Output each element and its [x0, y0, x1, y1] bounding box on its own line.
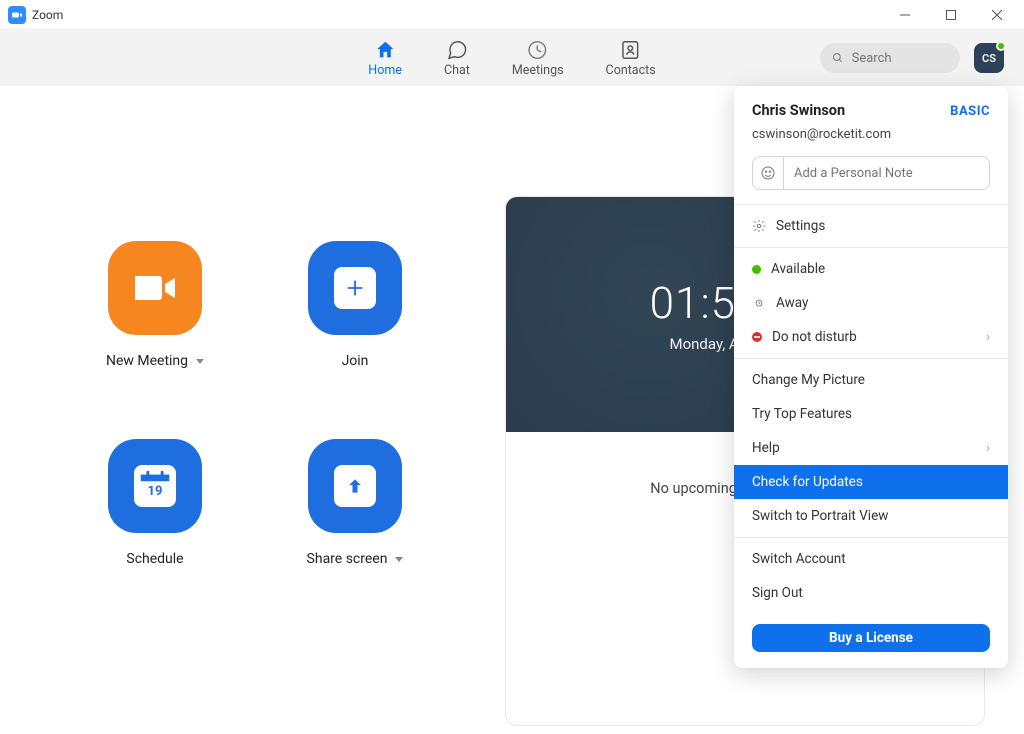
tab-chat[interactable]: Chat — [444, 39, 470, 78]
status-dnd[interactable]: Do not disturb › — [734, 320, 1008, 354]
menu-check-updates-label: Check for Updates — [752, 474, 863, 490]
new-meeting-label-row[interactable]: New Meeting — [106, 353, 204, 369]
tab-contacts[interactable]: Contacts — [606, 39, 656, 78]
menu-switch-account-label: Switch Account — [752, 551, 846, 567]
schedule-button[interactable]: 19 — [108, 439, 202, 533]
search-box[interactable] — [820, 43, 960, 73]
status-away-label: Away — [776, 295, 808, 311]
join-button[interactable] — [308, 241, 402, 335]
navbar: Home Chat Meetings Contacts CS — [0, 30, 1024, 86]
personal-note-input[interactable] — [784, 157, 989, 189]
profile-avatar-button[interactable]: CS — [974, 43, 1004, 73]
away-clock-icon — [752, 296, 766, 310]
status-available[interactable]: Available — [734, 252, 1008, 286]
join-label: Join — [342, 353, 369, 369]
chevron-right-icon: › — [986, 329, 990, 345]
share-screen-button[interactable] — [308, 439, 402, 533]
profile-menu: Chris Swinson BASIC cswinson@rocketit.co… — [734, 86, 1008, 668]
buy-license-label: Buy a License — [829, 630, 913, 646]
gear-icon — [752, 219, 766, 233]
menu-portrait-view-label: Switch to Portrait View — [752, 508, 888, 524]
menu-help-label: Help — [752, 440, 780, 456]
menu-sign-out[interactable]: Sign Out — [734, 576, 1008, 610]
schedule-label: Schedule — [126, 551, 183, 567]
chevron-down-icon — [395, 557, 403, 562]
menu-try-features-label: Try Top Features — [752, 406, 852, 422]
menu-settings[interactable]: Settings — [734, 209, 1008, 243]
calendar-tile: 19 — [134, 465, 176, 507]
home-icon — [374, 39, 396, 61]
zoom-logo-icon — [8, 6, 26, 24]
personal-note-row — [752, 156, 990, 190]
tab-home[interactable]: Home — [368, 39, 402, 78]
status-away[interactable]: Away — [734, 286, 1008, 320]
menu-portrait-view[interactable]: Switch to Portrait View — [734, 499, 1008, 533]
tab-contacts-label: Contacts — [606, 63, 656, 78]
chevron-right-icon: › — [986, 440, 990, 456]
close-button[interactable] — [974, 0, 1020, 30]
share-screen-label-row[interactable]: Share screen — [307, 551, 404, 567]
dnd-icon — [752, 332, 762, 342]
contacts-icon — [620, 39, 642, 61]
calendar-day-number: 19 — [148, 484, 163, 499]
new-meeting-label: New Meeting — [106, 353, 188, 369]
profile-email: cswinson@rocketit.com — [752, 127, 990, 142]
status-dnd-label: Do not disturb — [772, 329, 857, 345]
profile-name: Chris Swinson — [752, 102, 845, 119]
clock-icon — [527, 39, 549, 61]
share-tile — [334, 465, 376, 507]
tab-meetings-label: Meetings — [512, 63, 564, 78]
menu-try-features[interactable]: Try Top Features — [734, 397, 1008, 431]
search-input[interactable] — [852, 51, 948, 66]
presence-dot-icon — [996, 41, 1006, 51]
nav-tabs: Home Chat Meetings Contacts — [368, 39, 655, 78]
menu-switch-account[interactable]: Switch Account — [734, 542, 1008, 576]
buy-license-button[interactable]: Buy a License — [752, 624, 990, 652]
plus-tile — [334, 267, 376, 309]
menu-sign-out-label: Sign Out — [752, 585, 803, 601]
video-icon — [133, 272, 177, 304]
plan-badge: BASIC — [950, 104, 990, 119]
action-grid: New Meeting Join — [75, 241, 435, 567]
window-title: Zoom — [32, 8, 63, 22]
menu-help[interactable]: Help › — [734, 431, 1008, 465]
window-controls — [882, 0, 1020, 30]
tab-meetings[interactable]: Meetings — [512, 39, 564, 78]
titlebar: Zoom — [0, 0, 1024, 30]
maximize-button[interactable] — [928, 0, 974, 30]
share-screen-label: Share screen — [307, 551, 388, 567]
emoji-icon[interactable] — [753, 157, 784, 189]
status-available-icon — [752, 265, 761, 274]
menu-settings-label: Settings — [776, 218, 825, 234]
plus-icon — [344, 277, 366, 299]
chat-icon — [446, 39, 468, 61]
search-icon — [832, 51, 844, 65]
status-available-label: Available — [771, 261, 825, 277]
chevron-down-icon — [196, 359, 204, 364]
menu-check-updates[interactable]: Check for Updates — [734, 465, 1008, 499]
arrow-up-icon — [345, 476, 365, 496]
tab-chat-label: Chat — [444, 63, 470, 78]
tab-home-label: Home — [368, 63, 402, 78]
menu-change-picture-label: Change My Picture — [752, 372, 865, 388]
avatar-initials: CS — [982, 52, 996, 65]
minimize-button[interactable] — [882, 0, 928, 30]
new-meeting-button[interactable] — [108, 241, 202, 335]
menu-change-picture[interactable]: Change My Picture — [734, 363, 1008, 397]
